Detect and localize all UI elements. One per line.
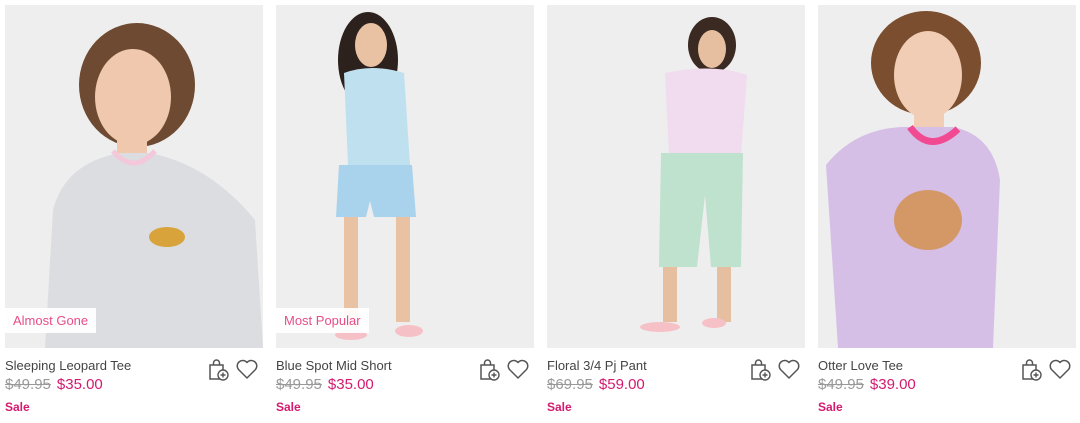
product-image[interactable]: Almost Gone [5, 5, 263, 348]
card-actions [205, 357, 259, 381]
sale-label: Sale [547, 400, 572, 414]
original-price: $49.95 [5, 376, 51, 393]
product-card[interactable]: Almost Gone Sleeping Leopard Tee $49.95 $… [5, 5, 263, 423]
heart-icon[interactable] [777, 357, 801, 381]
price-block: $49.95 $35.00 [276, 376, 374, 394]
shopping-bag-add-icon[interactable] [1018, 357, 1042, 381]
heart-icon[interactable] [1048, 357, 1072, 381]
product-grid: Almost Gone Sleeping Leopard Tee $49.95 $… [5, 5, 1076, 423]
original-price: $69.95 [547, 376, 593, 393]
product-name[interactable]: Otter Love Tee [818, 358, 903, 373]
sale-price: $39.00 [869, 376, 916, 393]
product-card[interactable]: Otter Love Tee $49.95 $39.00 Sale [818, 5, 1076, 423]
price-block: $69.95 $59.00 [547, 376, 645, 394]
product-card[interactable]: Floral 3/4 Pj Pant $69.95 $59.00 Sale [547, 5, 805, 423]
heart-icon[interactable] [235, 357, 259, 381]
original-price: $49.95 [818, 376, 864, 393]
card-actions [747, 357, 801, 381]
sale-label: Sale [276, 400, 301, 414]
sale-label: Sale [818, 400, 843, 414]
sale-price: $35.00 [327, 376, 374, 393]
product-card[interactable]: Most Popular Blue Spot Mid Short $49.95 $… [276, 5, 534, 423]
product-image[interactable] [547, 5, 805, 348]
product-image[interactable] [818, 5, 1076, 348]
card-actions [476, 357, 530, 381]
shopping-bag-add-icon[interactable] [747, 357, 771, 381]
product-name[interactable]: Floral 3/4 Pj Pant [547, 358, 647, 373]
heart-icon[interactable] [506, 357, 530, 381]
shopping-bag-add-icon[interactable] [476, 357, 500, 381]
price-block: $49.95 $39.00 [818, 376, 916, 394]
sale-label: Sale [5, 400, 30, 414]
shopping-bag-add-icon[interactable] [205, 357, 229, 381]
original-price: $49.95 [276, 376, 322, 393]
badge-almost-gone: Almost Gone [5, 308, 97, 333]
sale-price: $35.00 [56, 376, 103, 393]
product-image[interactable]: Most Popular [276, 5, 534, 348]
badge-most-popular: Most Popular [276, 308, 369, 333]
product-name[interactable]: Sleeping Leopard Tee [5, 358, 131, 373]
product-name[interactable]: Blue Spot Mid Short [276, 358, 392, 373]
card-actions [1018, 357, 1072, 381]
sale-price: $59.00 [598, 376, 645, 393]
price-block: $49.95 $35.00 [5, 376, 103, 394]
